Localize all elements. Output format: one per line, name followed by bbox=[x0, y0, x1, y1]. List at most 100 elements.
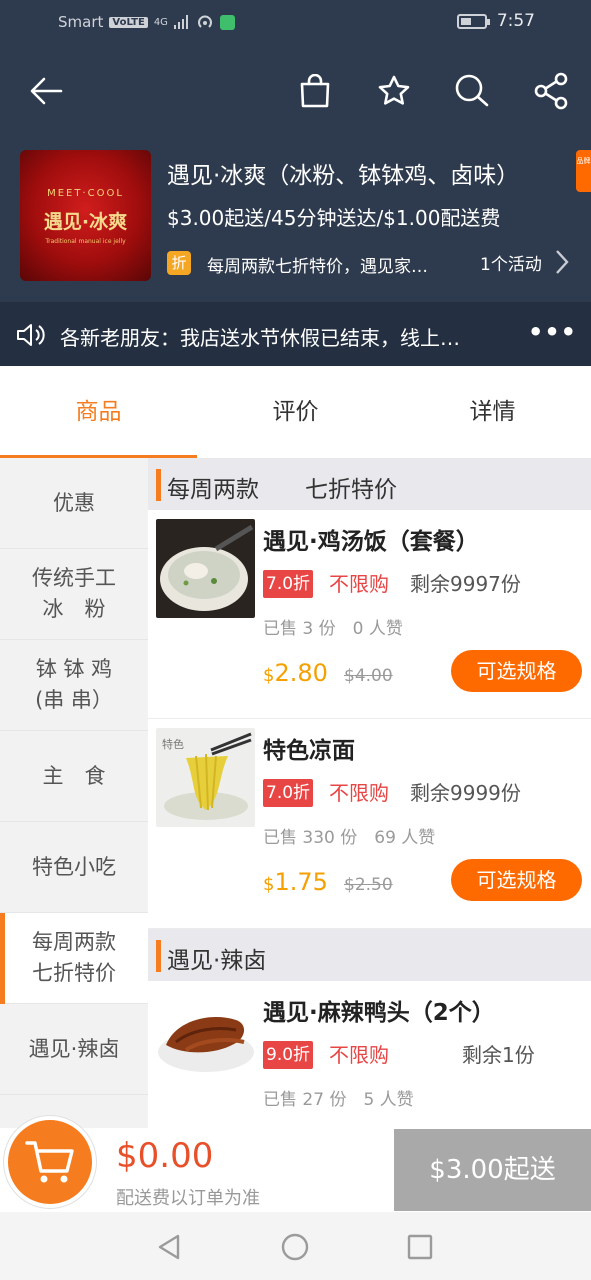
more-icon[interactable]: ••• bbox=[528, 318, 577, 346]
tab-bar: 商品 评价 详情 bbox=[0, 366, 591, 458]
star-icon bbox=[378, 75, 410, 105]
circle-home-icon bbox=[281, 1233, 309, 1261]
clock: 7:57 bbox=[496, 11, 535, 31]
category-label: 主 食 bbox=[42, 763, 106, 788]
purchase-limit: 不限购 bbox=[329, 1043, 389, 1067]
category-label: 每周两款 bbox=[32, 930, 116, 954]
system-back-button[interactable] bbox=[154, 1232, 184, 1262]
category-nav: 优惠 传统手工冰 粉 钵 钵 鸡 (串 串） 主 食 特色小吃 每周两款 七折特价 … bbox=[0, 458, 148, 1128]
choose-spec-button[interactable]: 可选规格 bbox=[451, 650, 582, 692]
product-item[interactable]: 遇见·麻辣鸭头（2个） 9.0折 不限购 剩余1份 已售 27 份 5 人赞 bbox=[148, 981, 591, 1128]
share-icon bbox=[534, 72, 568, 110]
bag-button[interactable] bbox=[291, 62, 339, 120]
chevron-right-icon bbox=[556, 250, 569, 274]
category-item-bobo-chicken[interactable]: 钵 钵 鸡 (串 串） bbox=[0, 640, 148, 731]
category-label-line2: 冰 粉 bbox=[42, 597, 106, 621]
store-card[interactable]: MEET·COOL 遇见·冰爽 Traditional manual ice j… bbox=[20, 150, 580, 282]
category-item-staple[interactable]: 主 食 bbox=[0, 731, 148, 822]
purchase-limit: 不限购 bbox=[329, 572, 389, 596]
app-notification-icon bbox=[219, 14, 235, 30]
system-home-button[interactable] bbox=[280, 1232, 310, 1262]
tab-reviews[interactable]: 评价 bbox=[197, 366, 394, 458]
delivery-info: $3.00起送/45分钟送达/$1.00配送费 bbox=[167, 206, 501, 230]
product-list[interactable]: 每周两款 七折特价 遇见·鸡汤饭（套餐） 7.0折 不限购 剩余9997份 已售… bbox=[148, 458, 591, 1128]
delivery-fee-note: 配送费以订单为准 bbox=[116, 1188, 260, 1209]
original-price: $2.50 bbox=[344, 875, 393, 895]
notice-text: 各新老朋友：我店送水节休假已结束，线上… bbox=[60, 326, 460, 350]
stock-remaining: 剩余1份 bbox=[462, 1043, 535, 1067]
sales-likes: 已售 330 份 69 人赞 bbox=[263, 828, 436, 848]
product-name: 特色凉面 bbox=[263, 738, 355, 764]
share-button[interactable] bbox=[527, 62, 575, 120]
category-item-offers[interactable]: 优惠 bbox=[0, 458, 148, 549]
volte-icon: VoLTE bbox=[109, 16, 148, 28]
store-logo: MEET·COOL 遇见·冰爽 Traditional manual ice j… bbox=[20, 150, 151, 281]
category-item-spicy-braised[interactable]: 遇见·辣卤 bbox=[0, 1004, 148, 1095]
promo-row[interactable]: 折 每周两款七折特价，遇见家… 1个活动 bbox=[167, 248, 580, 278]
logo-line3: Traditional manual ice jelly bbox=[45, 238, 126, 245]
network-label: 4G bbox=[153, 16, 168, 28]
hotspot-icon bbox=[197, 15, 212, 28]
category-item-snacks[interactable]: 特色小吃 bbox=[0, 822, 148, 913]
signal-icon bbox=[173, 15, 188, 29]
svg-text:特色: 特色 bbox=[162, 737, 184, 751]
product-price: $1.75 bbox=[263, 868, 328, 896]
category-label-line2: 七折特价 bbox=[32, 961, 116, 985]
choose-spec-button[interactable]: 可选规格 bbox=[451, 859, 582, 901]
product-image: 特色 bbox=[156, 728, 255, 827]
category-item-weekly-deals[interactable]: 每周两款 七折特价 bbox=[0, 913, 148, 1004]
cart-total: $0.00 bbox=[116, 1136, 214, 1176]
system-nav-bar bbox=[0, 1212, 591, 1280]
shopping-bag-icon bbox=[300, 74, 330, 108]
checkout-button[interactable]: $3.00起送 bbox=[394, 1129, 591, 1211]
back-button[interactable] bbox=[22, 62, 70, 120]
brand-tag[interactable]: 品牌 bbox=[576, 150, 591, 192]
promo-text: 每周两款七折特价，遇见家… bbox=[207, 257, 428, 277]
product-name: 遇见·麻辣鸭头（2个） bbox=[263, 1000, 495, 1026]
store-name: 遇见·冰爽（冰粉、钵钵鸡、卤味） bbox=[167, 163, 520, 189]
logo-line2: 遇见·冰爽 bbox=[43, 211, 128, 233]
system-recents-button[interactable] bbox=[405, 1232, 435, 1262]
stock-remaining: 剩余9999份 bbox=[410, 781, 521, 805]
triangle-back-icon bbox=[158, 1234, 180, 1260]
tab-details[interactable]: 详情 bbox=[394, 366, 591, 458]
original-price: $4.00 bbox=[344, 666, 393, 686]
cart-bar: $0.00 配送费以订单为准 $3.00起送 bbox=[0, 1116, 591, 1212]
category-label: 钵 钵 鸡 bbox=[35, 657, 113, 681]
section-header-weekly: 每周两款 七折特价 bbox=[148, 458, 591, 510]
speaker-icon bbox=[17, 324, 45, 346]
product-image bbox=[156, 990, 255, 1089]
price-currency: $ bbox=[263, 665, 275, 686]
section-marker bbox=[156, 469, 161, 501]
square-recents-icon bbox=[407, 1234, 433, 1260]
price-value: 1.75 bbox=[274, 868, 328, 896]
sales-likes: 已售 27 份 5 人赞 bbox=[263, 1090, 414, 1110]
purchase-limit: 不限购 bbox=[329, 781, 389, 805]
battery-icon bbox=[456, 13, 490, 29]
discount-badge-icon: 折 bbox=[167, 251, 191, 275]
category-label: 优惠 bbox=[53, 490, 95, 515]
sales-likes: 已售 3 份 0 人赞 bbox=[263, 619, 403, 639]
section-title: 遇见·辣卤 bbox=[167, 948, 267, 974]
product-item[interactable]: 特色 特色凉面 7.0折 不限购 剩余9999份 已售 330 份 69 人赞 … bbox=[148, 719, 591, 929]
discount-badge: 7.0折 bbox=[263, 779, 314, 807]
carrier-label: Smart bbox=[58, 13, 104, 31]
search-icon bbox=[455, 74, 489, 107]
product-price: $2.80 bbox=[263, 659, 328, 687]
category-label: 传统手工 bbox=[32, 566, 116, 590]
category-label-line2: (串 串） bbox=[35, 688, 113, 712]
product-item[interactable]: 遇见·鸡汤饭（套餐） 7.0折 不限购 剩余9997份 已售 3 份 0 人赞 … bbox=[148, 510, 591, 719]
category-item-ice-jelly[interactable]: 传统手工冰 粉 bbox=[0, 549, 148, 640]
search-button[interactable] bbox=[448, 62, 496, 120]
top-nav bbox=[0, 62, 591, 120]
product-name: 遇见·鸡汤饭（套餐） bbox=[263, 529, 479, 555]
tab-products[interactable]: 商品 bbox=[0, 366, 197, 458]
notice-bar[interactable]: 各新老朋友：我店送水节休假已结束，线上… ••• bbox=[0, 302, 591, 366]
arrow-left-icon bbox=[30, 77, 63, 105]
section-title: 每周两款 七折特价 bbox=[167, 477, 397, 503]
cart-button[interactable] bbox=[4, 1116, 96, 1208]
category-label: 遇见·辣卤 bbox=[28, 1036, 120, 1061]
favorite-button[interactable] bbox=[370, 62, 418, 120]
section-marker bbox=[156, 940, 161, 972]
price-value: 2.80 bbox=[274, 659, 328, 687]
